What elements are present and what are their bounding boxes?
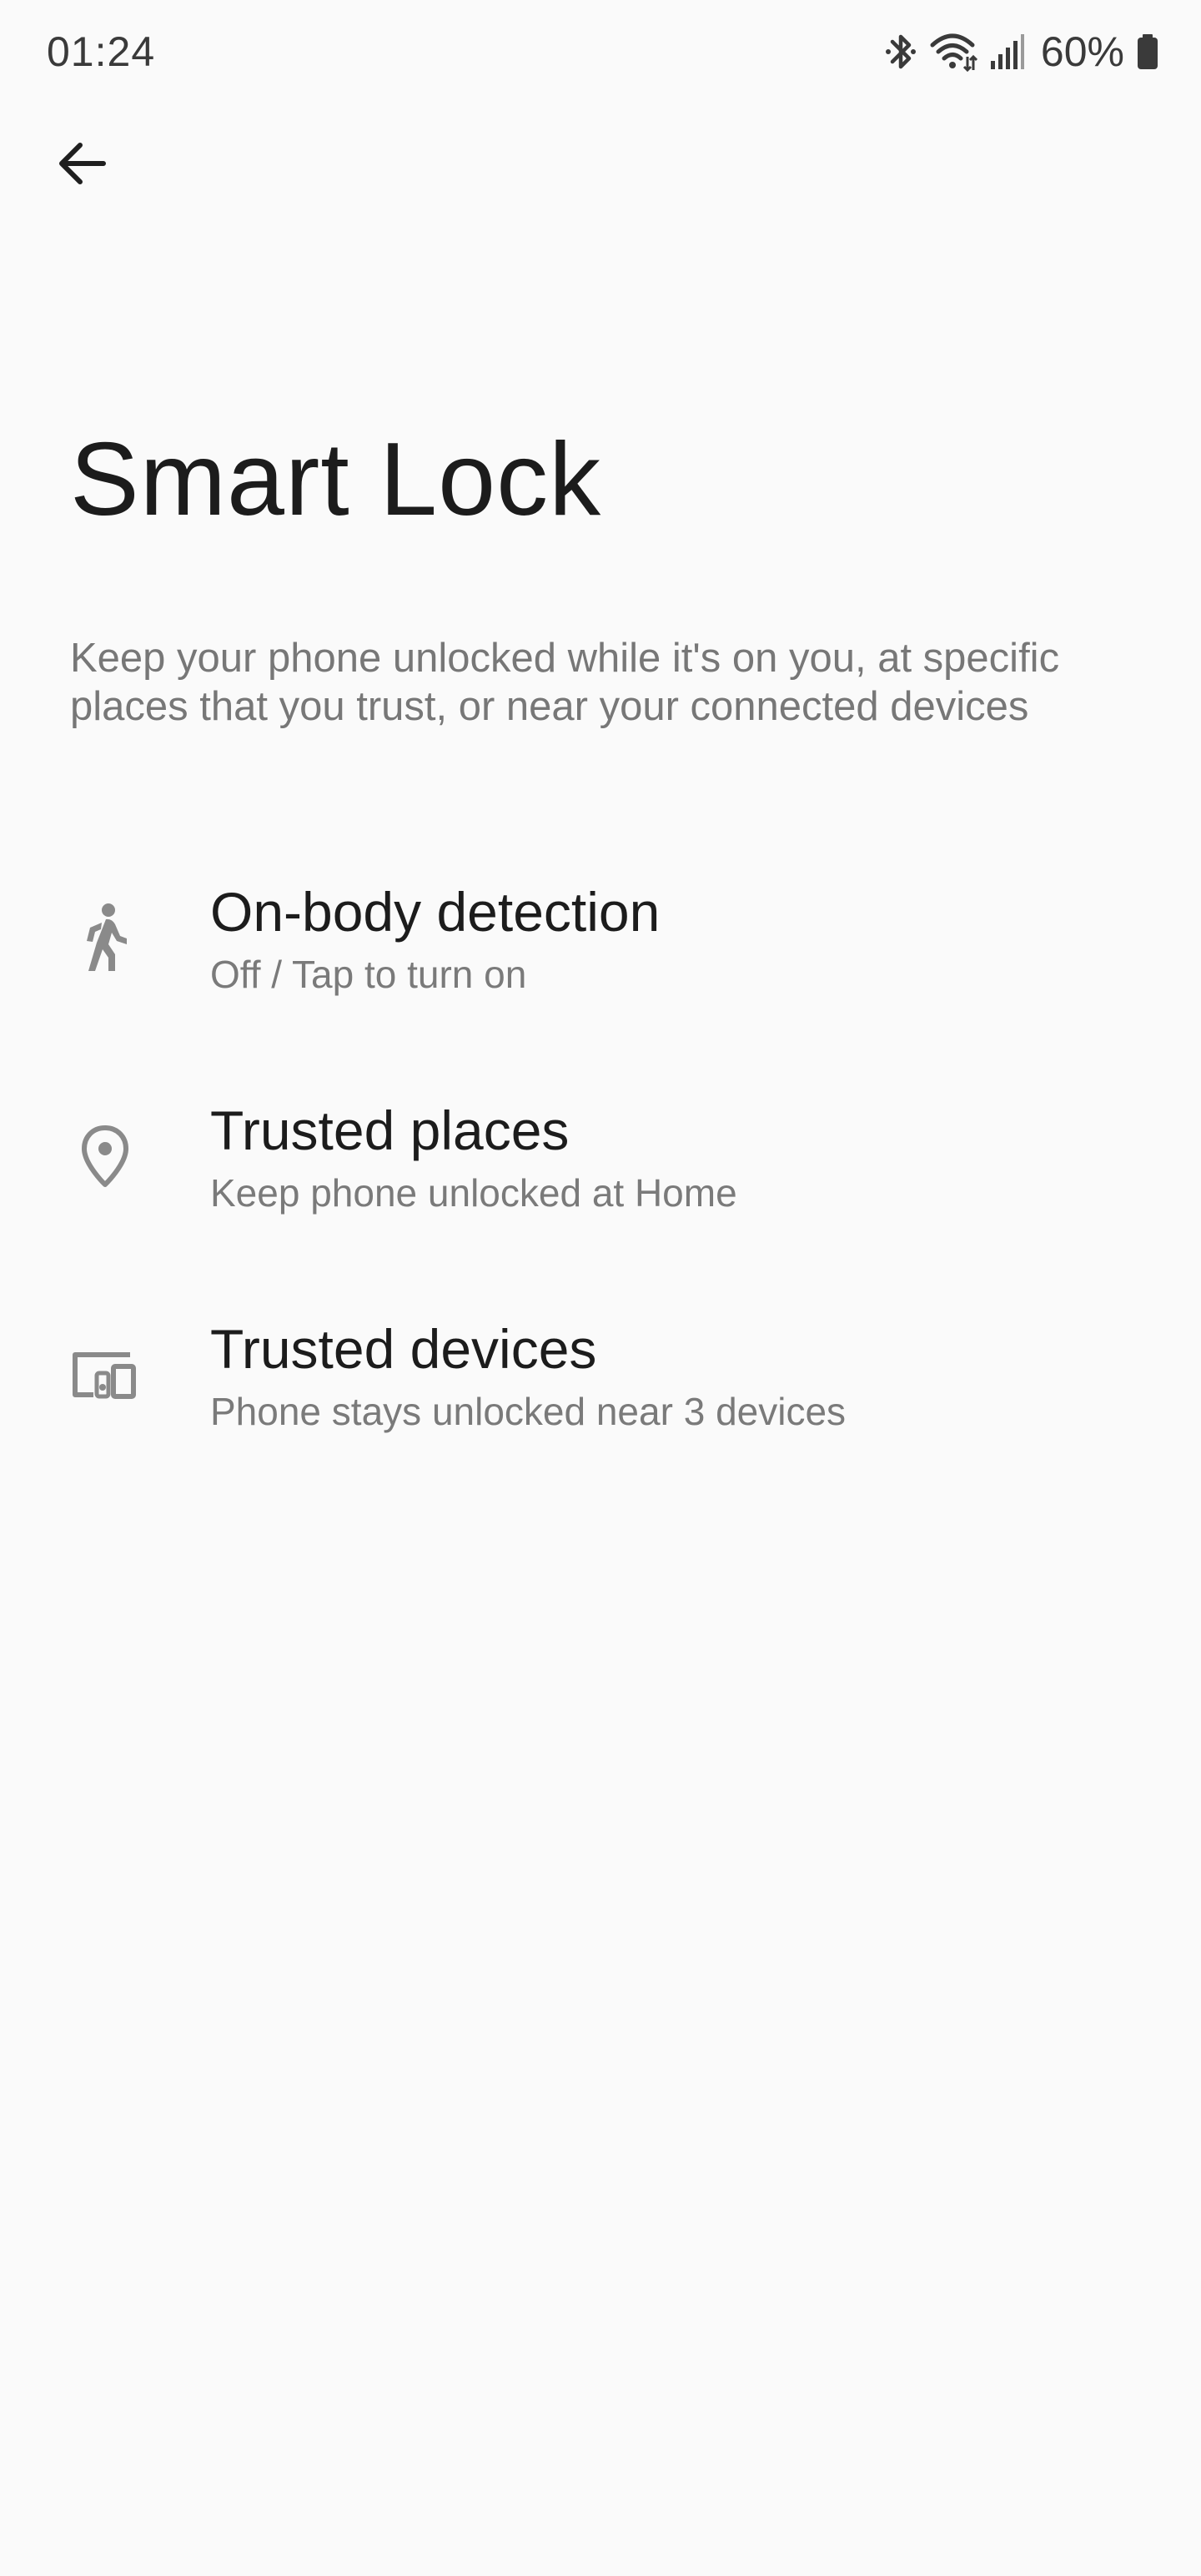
walking-person-icon (67, 899, 143, 976)
signal-icon (989, 33, 1024, 71)
status-time: 01:24 (47, 28, 156, 75)
page-title: Smart Lock (70, 422, 602, 537)
back-button[interactable] (47, 130, 117, 200)
page-description: Keep your phone unlocked while it's on y… (70, 636, 1060, 729)
wifi-icon (929, 32, 977, 72)
battery-percent: 60% (1040, 28, 1124, 75)
location-pin-icon (67, 1118, 143, 1195)
item-subtitle: Phone stays unlocked near 3 devices (210, 1390, 847, 1433)
settings-list: On-body detection Off / Tap to turn on T… (0, 859, 1201, 1515)
item-title: Trusted devices (210, 1318, 597, 1380)
status-icons: 60% (884, 25, 1159, 78)
devices-icon (67, 1336, 143, 1413)
item-title: On-body detection (210, 881, 661, 943)
trusted-places-item[interactable]: Trusted places Keep phone unlocked at Ho… (0, 1078, 1201, 1296)
status-bar: 01:24 60% (0, 0, 1201, 100)
battery-icon (1136, 33, 1159, 71)
on-body-detection-item[interactable]: On-body detection Off / Tap to turn on (0, 859, 1201, 1078)
bluetooth-icon (884, 30, 917, 73)
item-subtitle: Keep phone unlocked at Home (210, 1171, 737, 1215)
trusted-devices-item[interactable]: Trusted devices Phone stays unlocked nea… (0, 1296, 1201, 1515)
item-subtitle: Off / Tap to turn on (210, 953, 527, 996)
arrow-left-icon (55, 137, 108, 194)
item-title: Trusted places (210, 1099, 570, 1161)
